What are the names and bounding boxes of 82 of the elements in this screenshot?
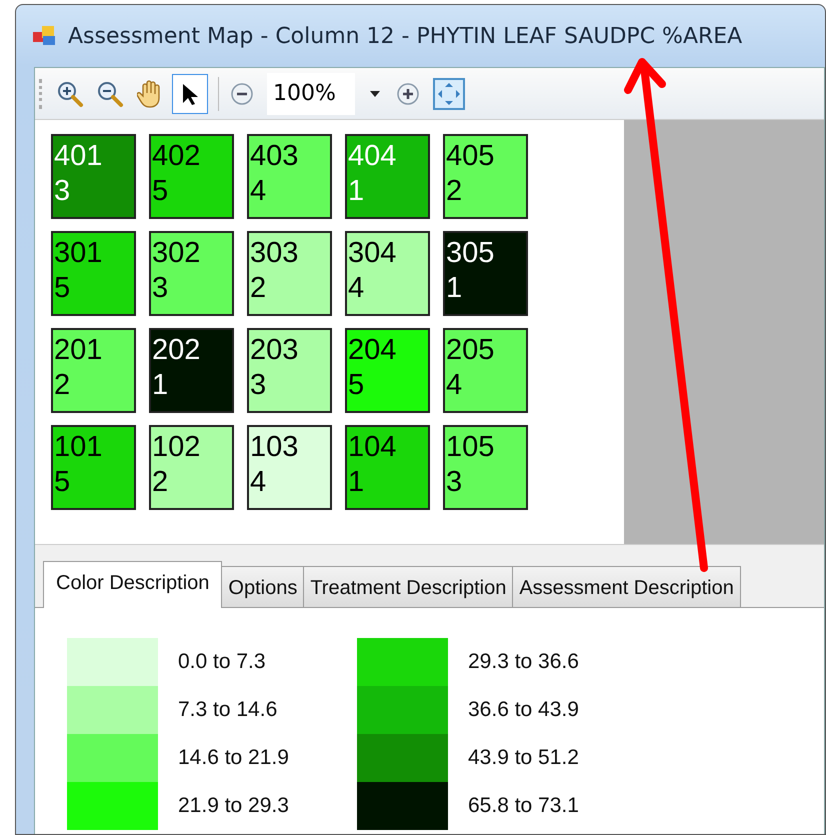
- plot-cell[interactable]: 201 2: [51, 328, 136, 413]
- plot-number: 402: [152, 139, 202, 174]
- plot-value: 3: [152, 271, 170, 306]
- app-icon: [32, 24, 58, 48]
- plot-cell[interactable]: 403 4: [247, 134, 332, 219]
- plot-value: 2: [250, 271, 268, 306]
- range-label: 43.9 to 51.2: [468, 745, 579, 772]
- plot-value: 3: [54, 174, 72, 209]
- plot-number: 405: [446, 139, 496, 174]
- plot-cell[interactable]: 303 2: [247, 231, 332, 316]
- plot-number: 304: [348, 236, 398, 271]
- zoom-out-icon: [96, 80, 124, 108]
- plot-number: 404: [348, 139, 398, 174]
- plot-value: 4: [348, 271, 366, 306]
- plot-number: 302: [152, 236, 202, 271]
- plot-cell[interactable]: 301 5: [51, 231, 136, 316]
- plot-value: 5: [54, 271, 72, 306]
- plot-value: 5: [152, 174, 170, 209]
- window-title: Assessment Map - Column 12 - PHYTIN LEAF SAUDPC %AREA: [68, 22, 742, 50]
- plot-number: 204: [348, 333, 398, 368]
- plot-value: 2: [152, 465, 170, 500]
- plot-cell[interactable]: 305 1: [443, 231, 528, 316]
- plot-cell[interactable]: 402 5: [149, 134, 234, 219]
- plot-value: 1: [152, 368, 170, 403]
- plot-value: 4: [446, 368, 464, 403]
- plot-cell[interactable]: 101 5: [51, 425, 136, 510]
- plot-number: 401: [54, 139, 104, 174]
- tab[interactable]: Assessment Description: [512, 566, 741, 607]
- tab[interactable]: Treatment Description: [303, 566, 514, 607]
- plot-value: 2: [446, 174, 464, 209]
- plot-cell[interactable]: 203 3: [247, 328, 332, 413]
- caret-icon[interactable]: [369, 90, 381, 98]
- plot-cell[interactable]: 105 3: [443, 425, 528, 510]
- plot-value: 5: [348, 368, 366, 403]
- fit-to-window-button[interactable]: [433, 78, 465, 110]
- plot-value: 1: [348, 465, 366, 500]
- plot-number: 303: [250, 236, 300, 271]
- plot-value: 4: [250, 465, 268, 500]
- plot-value: 3: [250, 368, 268, 403]
- plot-value: 5: [54, 465, 72, 500]
- plot-number: 205: [446, 333, 496, 368]
- plot-number: 103: [250, 430, 300, 465]
- plot-cell[interactable]: 204 5: [345, 328, 430, 413]
- plot-number: 101: [54, 430, 104, 465]
- plot-value: 1: [348, 174, 366, 209]
- plot-number: 203: [250, 333, 300, 368]
- tab[interactable]: Color Description: [43, 561, 222, 608]
- plot-number: 301: [54, 236, 104, 271]
- zoom-in-icon: [56, 80, 84, 108]
- plot-cell[interactable]: 202 1: [149, 328, 234, 413]
- range-label: 21.9 to 29.3: [178, 793, 289, 820]
- zoom-out-button[interactable]: [229, 80, 255, 106]
- plot-number: 202: [152, 333, 202, 368]
- plot-number: 305: [446, 236, 496, 271]
- plot-cell[interactable]: 401 3: [51, 134, 136, 219]
- tab[interactable]: Options: [221, 566, 304, 607]
- range-label: 36.6 to 43.9: [468, 697, 579, 724]
- plot-number: 102: [152, 430, 202, 465]
- zoom-field[interactable]: 100%: [267, 72, 355, 114]
- plot-cell[interactable]: 104 1: [345, 425, 430, 510]
- range-label: 65.8 to 73.1: [468, 793, 579, 820]
- plot-value: 2: [54, 368, 72, 403]
- plot-number: 403: [250, 139, 300, 174]
- pointer-icon: [181, 82, 199, 106]
- pointer-tool[interactable]: [172, 74, 208, 114]
- plot-number: 104: [348, 430, 398, 465]
- plot-cell[interactable]: 302 3: [149, 231, 234, 316]
- range-label: 7.3 to 14.6: [178, 697, 278, 724]
- plot-value: 4: [250, 174, 268, 209]
- plot-cell[interactable]: 405 2: [443, 134, 528, 219]
- range-label: 29.3 to 36.6: [468, 649, 579, 676]
- plot-cell[interactable]: 304 4: [345, 231, 430, 316]
- zoom-in-button[interactable]: [395, 80, 421, 106]
- range-label: 14.6 to 21.9: [178, 745, 289, 772]
- plot-number: 201: [54, 333, 104, 368]
- plot-value: 3: [446, 465, 464, 500]
- plot-number: 105: [446, 430, 496, 465]
- range-label: 0.0 to 7.3: [178, 649, 266, 676]
- plot-cell[interactable]: 103 4: [247, 425, 332, 510]
- plot-value: 1: [446, 271, 464, 306]
- plot-cell[interactable]: 102 2: [149, 425, 234, 510]
- plot-cell[interactable]: 205 4: [443, 328, 528, 413]
